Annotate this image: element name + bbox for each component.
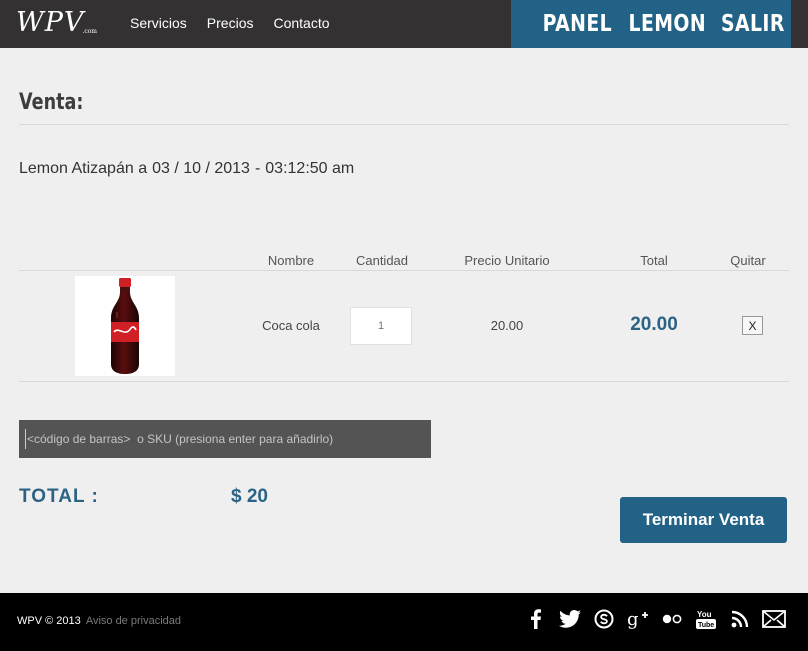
copyright: WPV © 2013 Aviso de privacidad	[17, 615, 181, 627]
logout-link[interactable]: SALIR	[721, 11, 785, 37]
soda-bottle-icon	[111, 278, 139, 374]
top-navbar: WPV.com Servicios Precios Contacto PANEL…	[0, 0, 808, 48]
table-bottom-divider	[19, 381, 789, 382]
svg-text:Tube: Tube	[698, 622, 714, 629]
sku-input[interactable]	[19, 420, 431, 458]
product-image	[75, 276, 175, 376]
footer: WPV © 2013 Aviso de privacidad g You Tube	[0, 593, 808, 651]
header-remove: Quitar	[730, 253, 766, 268]
svg-text:You: You	[697, 610, 712, 619]
product-name: Coca cola	[262, 318, 320, 333]
google-plus-icon[interactable]: g	[626, 607, 650, 631]
copyright-text: WPV © 2013	[17, 615, 81, 627]
logo-text: WPV	[16, 7, 85, 38]
youtube-icon[interactable]: You Tube	[694, 607, 718, 631]
social-links: g You Tube	[524, 607, 786, 631]
privacy-link[interactable]: Aviso de privacidad	[86, 615, 181, 627]
facebook-icon[interactable]	[524, 607, 548, 631]
page-title: Venta:	[19, 90, 84, 115]
flickr-icon[interactable]	[660, 607, 684, 631]
logo-suffix: .com	[82, 28, 97, 35]
skype-icon[interactable]	[592, 607, 616, 631]
svg-text:g: g	[627, 609, 639, 629]
row-total: 20.00	[630, 314, 678, 335]
sale-info: Lemon Atizapán a 03 / 10 / 2013-03:12:50 …	[19, 160, 359, 178]
panel-link[interactable]: PANEL	[543, 11, 612, 37]
text-cursor	[25, 429, 26, 449]
total-value: $ 20	[231, 486, 268, 507]
nav-contacto-link[interactable]: Contacto	[273, 15, 329, 31]
nav-servicios-link[interactable]: Servicios	[130, 15, 187, 31]
twitter-icon[interactable]	[558, 607, 582, 631]
table-header-divider	[19, 270, 789, 271]
main-nav: Servicios Precios Contacto	[130, 15, 330, 31]
header-total: Total	[640, 253, 668, 268]
quantity-input[interactable]	[350, 307, 412, 345]
divider	[19, 124, 789, 125]
user-nav: PANEL LEMON SALIR	[511, 0, 791, 48]
nav-precios-link[interactable]: Precios	[207, 15, 254, 31]
store-name: Lemon Atizapán a	[19, 160, 148, 177]
header-unit-price: Precio Unitario	[464, 253, 550, 268]
rss-icon[interactable]	[728, 607, 752, 631]
header-name: Nombre	[267, 253, 315, 268]
header-quantity: Cantidad	[355, 253, 409, 268]
remove-item-button[interactable]: X	[742, 316, 763, 335]
finish-sale-button[interactable]: Terminar Venta	[620, 497, 787, 543]
sale-date: 03 / 10 / 2013	[152, 160, 250, 177]
mail-icon[interactable]	[762, 607, 786, 631]
logo[interactable]: WPV.com	[16, 7, 99, 38]
sale-separator: -	[254, 160, 261, 177]
sale-time: 03:12:50 am	[265, 160, 355, 177]
total-label: TOTAL :	[19, 486, 99, 507]
user-lemon-link[interactable]: LEMON	[628, 11, 706, 37]
unit-price: 20.00	[490, 318, 524, 333]
